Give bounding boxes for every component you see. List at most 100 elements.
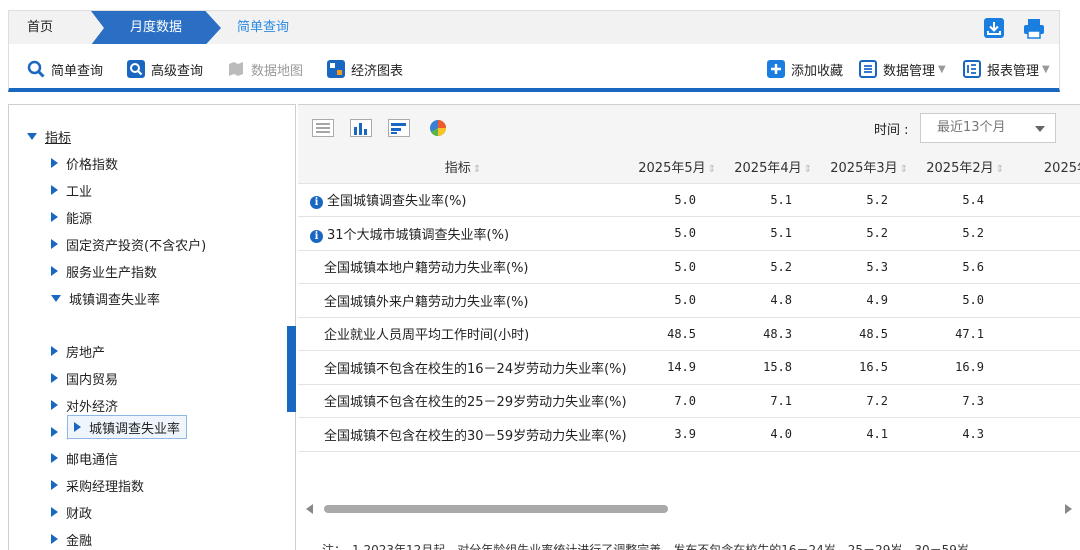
tree-item-label: 金融 — [66, 533, 93, 549]
table-row: 全国城镇不包含在校生的16－24岁劳动力失业率(%) 14.9 15.8 16.5 16… — [298, 350, 1080, 385]
expand-right-icon — [51, 239, 58, 249]
sort-icon[interactable]: ⇕ — [473, 164, 481, 175]
add-favorite-label: 添加收藏 — [791, 63, 844, 79]
sort-icon[interactable]: ⇕ — [804, 164, 812, 175]
table-cell: 7.1 — [724, 384, 820, 418]
data-map-button[interactable]: 数据地图 — [227, 58, 303, 80]
horizontal-bar-icon[interactable] — [388, 119, 410, 137]
pie-chart-icon[interactable] — [428, 119, 450, 137]
table-cell: 3.9 — [628, 417, 724, 452]
table-cell: 48.5 — [628, 317, 724, 351]
table-cell — [1012, 317, 1080, 351]
info-icon[interactable]: i — [310, 229, 323, 243]
indicator-name: 全国城镇不包含在校生的30－59岁劳动力失业率(%) — [298, 417, 628, 452]
tree-item-label: 服务业生产指数 — [66, 265, 158, 281]
advanced-search-icon — [127, 60, 145, 78]
table-cell: 48.5 — [820, 317, 916, 351]
column-header[interactable]: 2025年2月 ⇕ — [916, 151, 1012, 184]
table-row: 全国城镇本地户籍劳动力失业率(%) 5.0 5.2 5.3 5.6 — [298, 250, 1080, 284]
table-cell — [1012, 216, 1080, 251]
expand-right-icon — [51, 212, 58, 222]
table-cell: 5.2 — [820, 216, 916, 251]
report-manage-menu[interactable]: 报表管理 ▼ — [963, 58, 1050, 80]
column-header[interactable]: 2025年4月 ⇕ — [724, 151, 820, 184]
indicator-name: i 全国城镇调查失业率(%) — [298, 183, 628, 217]
table-cell: 48.3 — [724, 317, 820, 351]
tree-child-selected[interactable]: 城镇调查失业率 — [67, 415, 188, 439]
tree-item[interactable]: 能源 — [51, 207, 92, 227]
expand-right-icon — [74, 422, 81, 432]
scroll-thumb[interactable] — [324, 505, 668, 513]
table-header-row: 指标⇕2025年5月⇕2025年4月⇕2025年3月⇕2025年2月⇕2025年 — [298, 151, 1080, 184]
scroll-right-icon[interactable] — [1065, 504, 1072, 514]
table-cell: 16.5 — [820, 350, 916, 385]
table-cell — [1012, 250, 1080, 284]
expand-down-icon — [51, 294, 61, 302]
table-cell: 14.9 — [628, 350, 724, 385]
panel-splitter[interactable] — [287, 326, 296, 412]
tree-item[interactable]: 采购经理指数 — [51, 475, 144, 495]
table-cell: 4.9 — [820, 283, 916, 318]
tree-root[interactable]: 指标 — [27, 127, 71, 146]
table-view-icon[interactable] — [312, 119, 334, 137]
table-row: i 全国城镇调查失业率(%) 5.0 5.1 5.2 5.4 — [298, 183, 1080, 217]
time-range-select[interactable]: 最近13个月 — [920, 113, 1056, 143]
footnote: 注： 1.2023年12月起，对分年龄组失业率统计进行了调整完善，发布不包含在校… — [322, 543, 969, 550]
expand-right-icon — [51, 185, 58, 195]
table-cell: 7.3 — [916, 384, 1012, 418]
column-header[interactable]: 2025年5月 ⇕ — [628, 151, 724, 184]
tree-item[interactable]: 金融 — [51, 529, 92, 549]
sort-icon[interactable]: ⇕ — [708, 164, 716, 175]
data-panel: 时间 : 最近13个月 指标 ⇕ 2025年5月 ⇕ 2025年4月 ⇕ 2025年3月 ⇕ 2… — [298, 104, 1080, 550]
table-cell: 5.3 — [820, 250, 916, 284]
add-favorite-button[interactable]: 添加收藏 — [767, 58, 843, 80]
tree-item[interactable]: 国内贸易 — [51, 368, 118, 388]
scroll-left-icon[interactable] — [306, 504, 313, 514]
table-cell: 5.1 — [724, 183, 820, 217]
table-cell: 4.8 — [724, 283, 820, 318]
tree-item[interactable]: 固定资产投资(不含农户) — [51, 234, 206, 254]
tree-item[interactable]: 邮电通信 — [51, 448, 118, 468]
tree-item[interactable]: 房地产 — [51, 341, 105, 361]
table-cell: 5.0 — [628, 250, 724, 284]
table-row: i 31个大城市城镇调查失业率(%) 5.0 5.1 5.2 5.2 — [298, 216, 1080, 251]
table-cell: 5.1 — [724, 216, 820, 251]
tree-item-label: 采购经理指数 — [66, 479, 145, 495]
download-icon[interactable] — [983, 17, 1005, 39]
expand-right-icon — [51, 480, 58, 490]
tree-item[interactable]: 价格指数 — [51, 153, 118, 173]
breadcrumb-home[interactable]: 首页 — [9, 11, 97, 45]
time-label: 时间 : — [874, 123, 909, 138]
tree-item[interactable]: 财政 — [51, 502, 92, 522]
tree-item[interactable]: 对外经济 — [51, 395, 118, 415]
column-header[interactable]: 2025年3月 ⇕ — [820, 151, 916, 184]
simple-query-button[interactable]: 简单查询 — [27, 58, 103, 80]
breadcrumb-section[interactable]: 月度数据 — [91, 11, 221, 45]
bar-chart-icon[interactable] — [350, 119, 372, 137]
table-cell: 16.9 — [916, 350, 1012, 385]
econ-charts-button[interactable]: 经济图表 — [327, 58, 403, 80]
tree-item-label: 城镇调查失业率 — [69, 292, 161, 308]
info-icon[interactable]: i — [310, 196, 323, 210]
column-header[interactable]: 指标 ⇕ — [298, 151, 628, 184]
table-row: 企业就业人员周平均工作时间(小时) 48.5 48.3 48.5 47.1 — [298, 317, 1080, 351]
expand-right-icon — [51, 453, 58, 463]
advanced-query-button[interactable]: 高级查询 — [127, 58, 203, 80]
tree-item[interactable]: 工业 — [51, 180, 92, 200]
sort-icon[interactable]: ⇕ — [900, 164, 908, 175]
horizontal-scrollbar[interactable] — [306, 503, 1072, 515]
table-cell: 5.4 — [916, 183, 1012, 217]
breadcrumb-current[interactable]: 简单查询 — [237, 11, 289, 45]
indicator-name: 全国城镇不包含在校生的25－29岁劳动力失业率(%) — [298, 384, 628, 418]
print-icon[interactable] — [1023, 17, 1045, 39]
data-manage-menu[interactable]: 数据管理 ▼ — [859, 58, 946, 80]
expand-right-icon — [51, 427, 58, 437]
expand-right-icon — [51, 346, 58, 356]
sort-icon[interactable]: ⇕ — [996, 164, 1004, 175]
column-header[interactable]: 2025年 — [1012, 151, 1080, 184]
tree-item[interactable]: 城镇调查失业率 — [51, 288, 160, 308]
advanced-query-label: 高级查询 — [151, 63, 204, 79]
tree-item[interactable]: 服务业生产指数 — [51, 261, 157, 281]
indicator-name: 全国城镇本地户籍劳动力失业率(%) — [298, 250, 628, 284]
chart-icon — [327, 60, 345, 78]
